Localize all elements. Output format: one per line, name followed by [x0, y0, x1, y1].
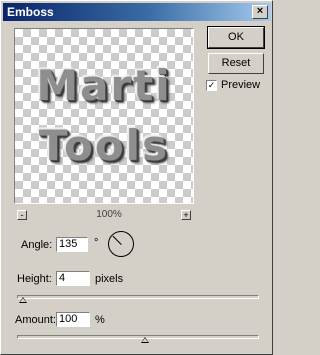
preview-text-line1: Marti	[36, 61, 172, 110]
amount-unit: %	[95, 314, 105, 326]
ok-button[interactable]: OK	[207, 26, 265, 49]
minus-icon: -	[20, 210, 24, 220]
angle-field[interactable]: 135	[56, 237, 88, 252]
zoom-in-button[interactable]: +	[181, 210, 191, 220]
zoom-level: 100%	[96, 209, 122, 220]
height-field[interactable]: 4	[56, 271, 90, 286]
plus-icon: +	[183, 210, 189, 220]
degree-unit: °	[94, 237, 99, 249]
height-slider-thumb[interactable]	[18, 297, 27, 303]
amount-field[interactable]: 100	[56, 312, 90, 327]
height-label: Height:	[17, 273, 52, 285]
angle-label: Angle:	[21, 239, 53, 251]
reset-button[interactable]: Reset	[208, 53, 264, 74]
emboss-dialog: Emboss × Marti Tools - 100% + OK Reset ✓…	[0, 0, 273, 355]
preview-text-line2: Tools	[38, 121, 170, 170]
title-bar: Emboss ×	[3, 3, 271, 21]
preview-label: Preview	[221, 79, 261, 91]
preview-checkbox[interactable]: ✓	[206, 80, 217, 91]
angle-dial-hand	[112, 235, 122, 245]
close-button[interactable]: ×	[252, 5, 268, 19]
checkmark-icon: ✓	[207, 80, 216, 90]
zoom-out-button[interactable]: -	[17, 210, 27, 220]
angle-dial[interactable]	[108, 231, 134, 257]
close-icon: ×	[256, 5, 264, 17]
amount-slider-thumb[interactable]	[141, 337, 150, 343]
amount-slider[interactable]	[17, 335, 259, 343]
height-slider[interactable]	[17, 295, 259, 303]
dialog-title: Emboss	[7, 5, 54, 19]
height-unit: pixels	[95, 273, 124, 285]
preview-pane[interactable]: Marti Tools	[14, 28, 194, 204]
amount-label: Amount:	[15, 314, 56, 326]
